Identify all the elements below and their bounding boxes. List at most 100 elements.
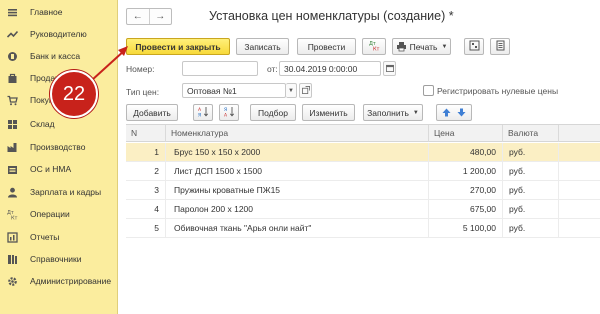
sidebar-item-main[interactable]: Главное <box>0 1 118 23</box>
sidebar-item-production[interactable]: Производство <box>0 136 118 158</box>
row-spacer <box>559 219 600 237</box>
sidebar-item-admin[interactable]: Администрирование <box>0 270 118 292</box>
row-spacer <box>559 162 600 180</box>
report-button[interactable] <box>490 38 510 55</box>
item-currency[interactable]: руб. <box>503 143 559 161</box>
bank-icon <box>7 51 18 62</box>
warehouse-icon <box>7 119 18 130</box>
open-price-type-button[interactable] <box>299 83 312 98</box>
column-header-item[interactable]: Номенклатура <box>166 125 429 142</box>
page-title: Установка цен номенклатуры (создание) * <box>209 9 454 23</box>
svg-text:Кт: Кт <box>373 47 380 52</box>
books-icon <box>7 254 18 265</box>
sidebar: Главное Руководителю Банк и касса Продаж… <box>0 0 118 314</box>
table-row[interactable]: 5 Обивочная ткань "Арья онли найт" 5 100… <box>126 219 600 238</box>
sidebar-item-warehouse[interactable]: Склад <box>0 113 118 135</box>
item-name[interactable]: Лист ДСП 1500 х 1500 <box>166 162 429 180</box>
price-type-label: Тип цен: <box>126 87 160 97</box>
sidebar-item-label: Зарплата и кадры <box>30 187 102 197</box>
trend-icon <box>7 29 18 40</box>
sidebar-item-bank[interactable]: Банк и касса <box>0 45 118 67</box>
calendar-button[interactable] <box>383 61 396 76</box>
number-field[interactable] <box>182 61 258 76</box>
sidebar-item-label: Руководителю <box>30 29 87 39</box>
price-type-dropdown[interactable]: ▼ <box>286 83 297 98</box>
forward-button[interactable]: → <box>148 9 172 24</box>
column-header-currency[interactable]: Валюта <box>503 125 559 142</box>
sidebar-item-label: Производство <box>30 142 86 152</box>
item-price[interactable]: 270,00 <box>429 181 503 199</box>
structure-button[interactable] <box>464 38 484 55</box>
zero-prices-checkbox[interactable] <box>423 85 434 96</box>
debit-credit-icon: Дт Кт <box>369 40 380 53</box>
change-button[interactable]: Изменить <box>302 104 355 121</box>
svg-text:Я: Я <box>198 113 201 118</box>
column-header-n[interactable]: N <box>126 125 166 142</box>
item-name[interactable]: Паролон 200 х 1200 <box>166 200 429 218</box>
item-price[interactable]: 1 200,00 <box>429 162 503 180</box>
cart-icon <box>7 95 18 106</box>
number-label: Номер: <box>126 64 155 74</box>
sidebar-item-manager[interactable]: Руководителю <box>0 23 118 45</box>
date-label: от: <box>267 64 278 74</box>
date-field[interactable]: 30.04.2019 0:00:00 <box>279 61 381 76</box>
sales-icon <box>7 73 18 84</box>
item-name[interactable]: Обивочная ткань "Арья онли найт" <box>166 219 429 237</box>
calendar-icon <box>385 64 394 74</box>
row-spacer <box>559 181 600 199</box>
sidebar-item-directories[interactable]: Справочники <box>0 248 118 270</box>
item-currency[interactable]: руб. <box>503 181 559 199</box>
fill-button-label: Заполнить <box>367 107 409 118</box>
fill-button[interactable]: Заполнить ▼ <box>363 104 423 121</box>
document-icon <box>495 40 506 53</box>
item-price[interactable]: 5 100,00 <box>429 219 503 237</box>
operations-icon: Дт Кт <box>7 209 18 220</box>
sidebar-item-label: Главное <box>30 7 63 17</box>
factory-icon <box>7 142 18 153</box>
journal-entries-button[interactable]: Дт Кт <box>362 38 386 55</box>
print-button[interactable]: Печать ▼ <box>392 38 451 55</box>
sidebar-item-assets[interactable]: ОС и НМА <box>0 158 118 180</box>
nav-buttons: ← → <box>126 8 172 25</box>
gear-icon <box>7 276 18 287</box>
table-row[interactable]: 1 Брус 150 х 150 х 2000 480,00 руб. <box>126 143 600 162</box>
open-link-icon <box>301 85 310 96</box>
print-button-label: Печать <box>409 41 438 52</box>
item-price[interactable]: 675,00 <box>429 200 503 218</box>
assets-icon <box>7 164 18 175</box>
arrow-up-icon[interactable] <box>441 107 452 118</box>
sidebar-item-salary[interactable]: Зарплата и кадры <box>0 181 118 203</box>
sidebar-item-label: Отчеты <box>30 232 60 242</box>
column-header-price[interactable]: Цена <box>429 125 503 142</box>
item-currency[interactable]: руб. <box>503 162 559 180</box>
sidebar-item-label: Операции <box>30 209 70 219</box>
sort-desc-button[interactable]: ЯА <box>219 104 239 121</box>
select-button[interactable]: Подбор <box>250 104 296 121</box>
item-currency[interactable]: руб. <box>503 200 559 218</box>
row-number: 5 <box>126 219 166 237</box>
sidebar-item-label: Справочники <box>30 254 82 264</box>
post-and-close-button[interactable]: Провести и закрыть <box>126 38 230 55</box>
item-name[interactable]: Брус 150 х 150 х 2000 <box>166 143 429 161</box>
row-number: 4 <box>126 200 166 218</box>
price-type-field[interactable]: Оптовая №1 <box>182 83 286 98</box>
step-callout: 22 <box>50 70 98 118</box>
sidebar-item-operations[interactable]: Дт Кт Операции <box>0 203 118 225</box>
add-button[interactable]: Добавить <box>126 104 178 121</box>
back-button[interactable]: ← <box>127 9 149 24</box>
sort-asc-button[interactable]: АЯ <box>193 104 213 121</box>
table-row[interactable]: 2 Лист ДСП 1500 х 1500 1 200,00 руб. <box>126 162 600 181</box>
hierarchy-icon <box>469 40 480 53</box>
item-name[interactable]: Пружины кроватные ПЖ15 <box>166 181 429 199</box>
sort-ascending-icon: АЯ <box>198 106 209 119</box>
sidebar-item-reports[interactable]: Отчеты <box>0 226 118 248</box>
post-button[interactable]: Провести <box>297 38 356 55</box>
item-currency[interactable]: руб. <box>503 219 559 237</box>
printer-icon <box>396 41 407 52</box>
arrow-down-icon[interactable] <box>456 107 467 118</box>
table-row[interactable]: 4 Паролон 200 х 1200 675,00 руб. <box>126 200 600 219</box>
sidebar-item-label: Склад <box>30 119 55 129</box>
item-price[interactable]: 480,00 <box>429 143 503 161</box>
table-row[interactable]: 3 Пружины кроватные ПЖ15 270,00 руб. <box>126 181 600 200</box>
save-button[interactable]: Записать <box>236 38 289 55</box>
